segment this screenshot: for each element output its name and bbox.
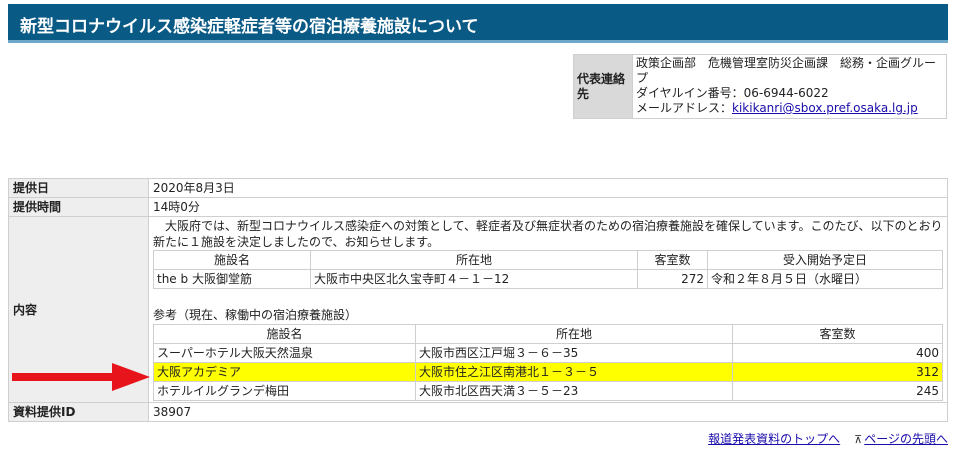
table-row: ホテルイルグランデ梅田 大阪市北区西天満３－５－23 245 — [153, 381, 943, 401]
date-value: 2020年8月3日 — [148, 178, 948, 198]
ref-header-name: 施設名 — [153, 324, 416, 344]
page-top-link[interactable]: ページの先頭へ — [864, 432, 948, 446]
ref-facility-rooms: 312 — [732, 362, 943, 382]
table-row: the b 大阪御堂筋 大阪市中央区北久宝寺町４－１－12 272 令和２年８月… — [153, 269, 943, 289]
id-value: 38907 — [148, 402, 948, 422]
new-facility-rooms: 272 — [637, 269, 708, 289]
intro-text: 大阪府では、新型コロナウイルス感染症への対策として、軽症者及び無症状者のための宿… — [153, 219, 943, 249]
id-label: 資料提供ID — [8, 402, 149, 422]
ref-facility-rooms: 245 — [732, 381, 943, 401]
contact-email-label: メールアドレス： — [636, 101, 733, 115]
ref-facility-address: 大阪市住之江区南港北１－３－５ — [415, 362, 733, 382]
reference-title: 参考（現在、稼働中の宿泊療養施設） — [153, 308, 358, 322]
new-facility-address: 大阪市中央区北久宝寺町４－１－12 — [310, 269, 638, 289]
ref-facility-address: 大阪市北区西天満３－５－23 — [415, 381, 733, 401]
contact-department: 政策企画部 危機管理室防災企画課 総務・企画グループ — [636, 56, 937, 85]
ref-facility-rooms: 400 — [732, 343, 943, 363]
new-facility-table: 施設名 所在地 客室数 受入開始予定日 the b 大阪御堂筋 大阪市中央区北久… — [153, 250, 943, 289]
table-row: スーパーホテル大阪天然温泉 大阪市西区江戸堀３－６－35 400 — [153, 343, 943, 363]
arrow-up-icon: ⊼ — [854, 433, 863, 446]
ref-facility-name: 大阪アカデミア — [153, 362, 416, 382]
content-cell: 大阪府では、新型コロナウイルス感染症への対策として、軽症者及び無症状者のための宿… — [148, 216, 948, 403]
contact-email-link[interactable]: kikikanri@sbox.pref.osaka.lg.jp — [732, 101, 918, 115]
new-header-rooms: 客室数 — [637, 250, 708, 270]
contact-details: 政策企画部 危機管理室防災企画課 総務・企画グループ ダイヤルイン番号：06-6… — [632, 54, 947, 119]
ref-header-address: 所在地 — [415, 324, 733, 344]
new-header-address: 所在地 — [310, 250, 638, 270]
footer-links: 報道発表資料のトップへ ⊼ ページの先頭へ — [708, 430, 948, 447]
ref-facility-address: 大阪市西区江戸堀３－６－35 — [415, 343, 733, 363]
reference-table: 施設名 所在地 客室数 スーパーホテル大阪天然温泉 大阪市西区江戸堀３－６－35… — [153, 324, 943, 401]
page-header: 新型コロナウイルス感染症軽症者等の宿泊療養施設について — [8, 4, 948, 43]
new-facility-start: 令和２年８月５日（水曜日） — [707, 269, 943, 289]
ref-facility-name: スーパーホテル大阪天然温泉 — [153, 343, 416, 363]
table-row-highlighted: 大阪アカデミア 大阪市住之江区南港北１－３－５ 312 — [153, 362, 943, 382]
ref-header-rooms: 客室数 — [732, 324, 943, 344]
new-facility-name: the b 大阪御堂筋 — [153, 269, 311, 289]
time-value: 14時0分 — [148, 197, 948, 217]
new-header-start: 受入開始予定日 — [707, 250, 943, 270]
contact-email-line: メールアドレス：kikikanri@sbox.pref.osaka.lg.jp — [636, 101, 943, 116]
contact-table: 代表連絡先 政策企画部 危機管理室防災企画課 総務・企画グループ ダイヤルイン番… — [573, 54, 947, 119]
page-title: 新型コロナウイルス感染症軽症者等の宿泊療養施設について — [20, 17, 479, 37]
ref-facility-name: ホテルイルグランデ梅田 — [153, 381, 416, 401]
press-top-link[interactable]: 報道発表資料のトップへ — [708, 432, 840, 446]
red-arrow-icon — [12, 363, 150, 391]
contact-phone: ダイヤルイン番号：06-6944-6022 — [636, 86, 829, 100]
contact-label: 代表連絡先 — [573, 54, 633, 119]
date-label: 提供日 — [8, 178, 149, 198]
new-header-name: 施設名 — [153, 250, 311, 270]
time-label: 提供時間 — [8, 197, 149, 217]
